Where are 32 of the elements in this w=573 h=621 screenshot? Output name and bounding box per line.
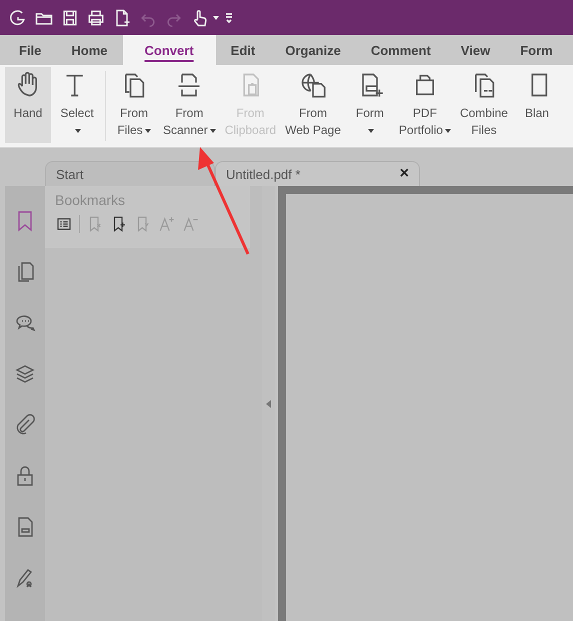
ribbon-button[interactable]: Form xyxy=(346,67,393,143)
increase-font-icon xyxy=(158,215,176,233)
ribbon-button[interactable]: From Scanner xyxy=(160,67,219,143)
panel-title: Bookmarks xyxy=(55,192,126,208)
ribbon-button[interactable]: PDF Portfolio xyxy=(396,67,454,143)
tab-title: Untitled.pdf * xyxy=(226,166,300,182)
print-icon xyxy=(86,8,106,28)
ribbon-button[interactable]: Blan xyxy=(514,67,560,143)
tab-title: Start xyxy=(56,166,84,182)
document-tab[interactable]: Start xyxy=(45,161,215,186)
menu-tab[interactable]: File xyxy=(4,35,56,65)
quick-access-button[interactable] xyxy=(86,8,106,28)
ribbon-button[interactable]: Select xyxy=(54,67,100,143)
menu-tab[interactable]: Edit xyxy=(216,35,270,65)
ribbon-button[interactable]: From Web Page xyxy=(282,67,344,143)
document-tab[interactable]: Untitled.pdf * × xyxy=(215,161,420,186)
outline-list-icon xyxy=(55,215,73,233)
ribbon-button[interactable]: Hand xyxy=(5,67,51,143)
menu-tab[interactable]: Comment xyxy=(356,35,446,65)
customize-icon xyxy=(225,12,233,24)
menu-tab[interactable]: Organize xyxy=(270,35,356,65)
bookmark-tool-button[interactable] xyxy=(55,215,73,233)
globe-document-icon xyxy=(298,71,327,99)
menu-tab[interactable]: Convert xyxy=(122,35,216,65)
quick-access-button[interactable] xyxy=(225,12,233,24)
close-tab-button[interactable]: × xyxy=(400,165,409,183)
ribbon-button[interactable]: From Files xyxy=(111,67,157,143)
menu-tab[interactable]: Home xyxy=(56,35,123,65)
menu-tab[interactable]: Form xyxy=(505,35,568,65)
ribbon-button[interactable]: Combine Files xyxy=(456,67,511,143)
decrease-font-icon xyxy=(182,215,200,233)
menu-tab[interactable]: View xyxy=(446,35,506,65)
